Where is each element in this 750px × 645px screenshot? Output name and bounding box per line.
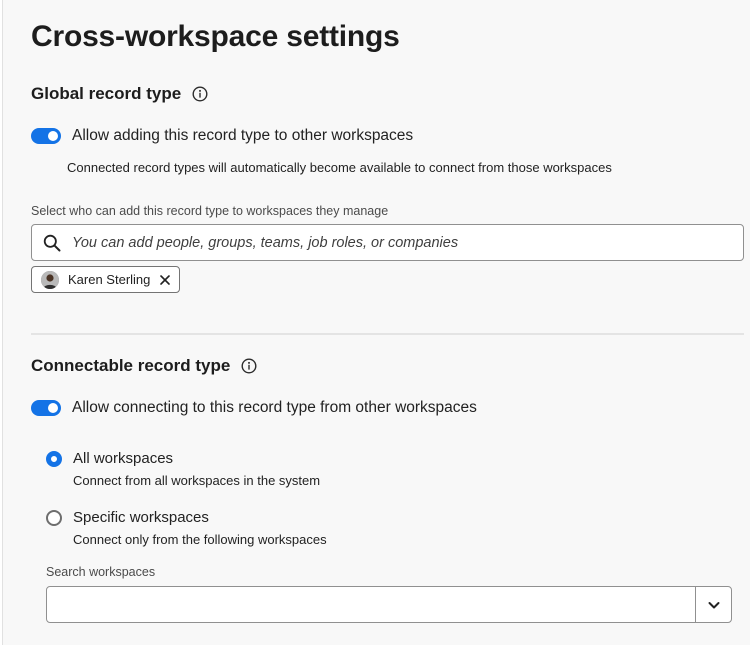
radio-specific-workspaces-label: Specific workspaces: [73, 509, 209, 526]
search-icon: [43, 234, 61, 252]
global-record-type-heading: Global record type: [31, 84, 208, 104]
radio-specific-workspaces[interactable]: Specific workspaces: [46, 509, 209, 526]
radio-all-workspaces[interactable]: All workspaces: [46, 450, 173, 467]
allow-connecting-toggle-row[interactable]: Allow connecting to this record type fro…: [31, 399, 477, 417]
radio-button-checked[interactable]: [46, 450, 62, 467]
allow-adding-label: Allow adding this record type to other w…: [72, 127, 414, 144]
radio-button-unchecked[interactable]: [46, 509, 62, 526]
dropdown-button[interactable]: [695, 587, 731, 622]
search-workspaces-label: Search workspaces: [46, 565, 156, 579]
chevron-down-icon: [708, 601, 719, 608]
selected-person-chip[interactable]: Karen Sterling: [31, 266, 181, 293]
allow-adding-toggle[interactable]: [31, 128, 61, 144]
people-search-field[interactable]: [31, 224, 744, 261]
connected-helper-text: Connected record types will automaticall…: [67, 160, 612, 175]
radio-all-workspaces-label: All workspaces: [73, 450, 174, 467]
all-workspaces-description: Connect from all workspaces in the syste…: [73, 473, 321, 488]
info-icon[interactable]: [241, 358, 257, 374]
toggle-knob: [48, 403, 58, 413]
connectable-record-type-title: Connectable record type: [31, 356, 231, 375]
section-divider: [31, 333, 744, 335]
workspaces-search-input[interactable]: [47, 587, 695, 622]
toggle-knob: [48, 131, 58, 141]
allow-connecting-label: Allow connecting to this record type fro…: [72, 399, 477, 416]
workspaces-combobox[interactable]: [46, 586, 732, 623]
global-record-type-title: Global record type: [31, 84, 182, 103]
chip-label: Karen Sterling: [68, 272, 151, 287]
allow-connecting-toggle[interactable]: [31, 400, 61, 416]
page-title: Cross-workspace settings: [31, 20, 400, 53]
connectable-record-type-heading: Connectable record type: [31, 356, 257, 376]
specific-workspaces-description: Connect only from the following workspac…: [73, 532, 327, 547]
avatar: [41, 270, 59, 289]
settings-panel: Cross-workspace settings Global record t…: [2, 0, 750, 645]
close-icon[interactable]: [159, 274, 171, 286]
people-search-input[interactable]: [72, 234, 712, 251]
info-icon[interactable]: [192, 86, 208, 102]
allow-adding-toggle-row[interactable]: Allow adding this record type to other w…: [31, 127, 413, 145]
select-who-label: Select who can add this record type to w…: [31, 204, 389, 218]
